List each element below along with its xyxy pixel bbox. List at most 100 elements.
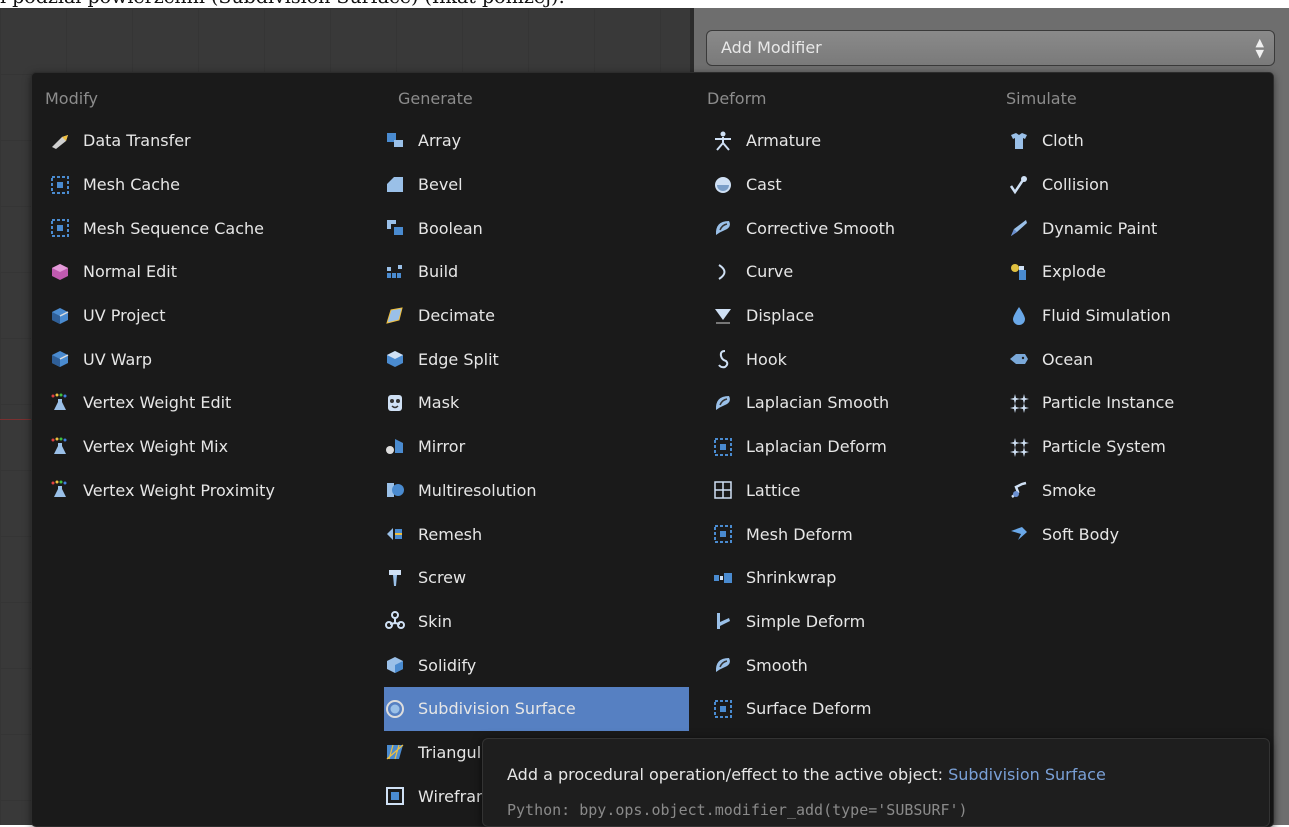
menu-item-cloth[interactable]: Cloth [1008,119,1258,163]
menu-item-label: Cloth [1042,131,1084,151]
remesh-icon [384,523,406,545]
menu-item-collision[interactable]: Collision [1008,163,1258,207]
menu-item-label: Vertex Weight Edit [83,393,232,413]
menu-item-label: Shrinkwrap [746,568,837,588]
tooltip: Add a procedural operation/effect to the… [482,738,1270,827]
menu-item-cast[interactable]: Cast [712,163,1002,207]
fluid-icon [1008,305,1030,327]
menu-item-boolean[interactable]: Boolean [384,206,689,250]
menu-item-smoke[interactable]: Smoke [1008,469,1258,513]
smooth-icon [712,392,734,414]
menu-item-dynamic-paint[interactable]: Dynamic Paint [1008,206,1258,250]
menu-item-label: UV Project [83,306,166,326]
menu-item-shrinkwrap[interactable]: Shrinkwrap [712,556,1002,600]
mesh-cache-icon [49,174,71,196]
add-modifier-dropdown[interactable]: Add Modifier ▲ ▼ [706,30,1275,66]
menu-item-mirror[interactable]: Mirror [384,425,689,469]
uv-project-icon [49,305,71,327]
particles-icon [1008,436,1030,458]
menu-item-vertex-weight-edit[interactable]: Vertex Weight Edit [49,381,379,425]
menu-item-smooth[interactable]: Smooth [712,643,1002,687]
column-generate: Array Bevel Boolean Build Decimate Edge Split… [384,119,689,818]
menu-item-curve[interactable]: Curve [712,250,1002,294]
menu-item-bevel[interactable]: Bevel [384,163,689,207]
menu-item-explode[interactable]: Explode [1008,250,1258,294]
simple-deform-icon [712,610,734,632]
menu-item-edge-split[interactable]: Edge Split [384,337,689,381]
menu-item-build[interactable]: Build [384,250,689,294]
menu-item-label: Hook [746,349,787,369]
mirror-icon [384,436,406,458]
menu-item-vertex-weight-proximity[interactable]: Vertex Weight Proximity [49,469,379,513]
menu-item-label: Array [418,131,462,151]
menu-item-uv-warp[interactable]: UV Warp [49,337,379,381]
menu-item-array[interactable]: Array [384,119,689,163]
soft-body-icon [1008,523,1030,545]
menu-item-solidify[interactable]: Solidify [384,643,689,687]
menu-item-vertex-weight-mix[interactable]: Vertex Weight Mix [49,425,379,469]
menu-item-particle-instance[interactable]: Particle Instance [1008,381,1258,425]
menu-item-corrective-smooth[interactable]: Corrective Smooth [712,206,1002,250]
menu-item-label: Curve [746,262,794,282]
menu-item-subdivision-surface[interactable]: Subdivision Surface [384,686,689,731]
menu-item-label: Vertex Weight Proximity [83,480,275,500]
menu-item-label: Screw [418,568,467,588]
menu-item-label: Laplacian Smooth [746,393,890,413]
menu-item-label: Particle Instance [1042,393,1175,413]
menu-item-label: Decimate [418,306,495,326]
mesh-sequence-cache-icon [49,217,71,239]
curve-icon [712,261,734,283]
menu-item-normal-edit[interactable]: Normal Edit [49,250,379,294]
menu-item-label: Solidify [418,655,477,675]
menu-item-displace[interactable]: Displace [712,294,1002,338]
menu-item-label: Smooth [746,655,808,675]
menu-item-screw[interactable]: Screw [384,556,689,600]
menu-item-label: Data Transfer [83,131,191,151]
cloth-icon [1008,130,1030,152]
menu-item-label: Displace [746,306,815,326]
menu-item-label: Remesh [418,524,483,544]
column-modify: Data Transfer Mesh Cache Mesh Sequence Cac… [49,119,379,512]
data-transfer-icon [49,130,71,152]
column-header-generate: Generate [398,89,473,108]
menu-item-laplacian-smooth[interactable]: Laplacian Smooth [712,381,1002,425]
menu-item-soft-body[interactable]: Soft Body [1008,512,1258,556]
menu-item-remesh[interactable]: Remesh [384,512,689,556]
menu-item-uv-project[interactable]: UV Project [49,294,379,338]
menu-item-mesh-sequence-cache[interactable]: Mesh Sequence Cache [49,206,379,250]
menu-item-hook[interactable]: Hook [712,337,1002,381]
menu-item-surface-deform[interactable]: Surface Deform [712,687,1002,731]
menu-item-label: Dynamic Paint [1042,218,1158,238]
triangulate-icon [384,741,406,763]
solidify-icon [384,654,406,676]
menu-item-multiresolution[interactable]: Multiresolution [384,469,689,513]
menu-item-data-transfer[interactable]: Data Transfer [49,119,379,163]
menu-item-lattice[interactable]: Lattice [712,469,1002,513]
menu-item-skin[interactable]: Skin [384,600,689,644]
mesh-deform-icon [712,523,734,545]
column-simulate: Cloth Collision Dynamic Paint Explode Fluid … [1008,119,1258,556]
menu-item-particle-system[interactable]: Particle System [1008,425,1258,469]
menu-item-mesh-deform[interactable]: Mesh Deform [712,512,1002,556]
menu-item-simple-deform[interactable]: Simple Deform [712,600,1002,644]
tooltip-text: Add a procedural operation/effect to the… [507,765,943,784]
menu-item-label: Soft Body [1042,524,1120,544]
menu-item-mesh-cache[interactable]: Mesh Cache [49,163,379,207]
menu-item-fluid-simulation[interactable]: Fluid Simulation [1008,294,1258,338]
mesh-deform-icon [712,698,734,720]
displace-icon [712,305,734,327]
menu-item-label: Explode [1042,262,1106,282]
menu-item-label: Edge Split [418,349,499,369]
menu-item-label: Boolean [418,218,483,238]
boolean-icon [384,217,406,239]
lattice-icon [712,479,734,501]
multiresolution-icon [384,479,406,501]
menu-item-label: Corrective Smooth [746,218,895,238]
menu-item-label: Build [418,262,459,282]
menu-item-armature[interactable]: Armature [712,119,1002,163]
tooltip-value: Subdivision Surface [948,765,1106,784]
menu-item-laplacian-deform[interactable]: Laplacian Deform [712,425,1002,469]
menu-item-ocean[interactable]: Ocean [1008,337,1258,381]
menu-item-decimate[interactable]: Decimate [384,294,689,338]
menu-item-mask[interactable]: Mask [384,381,689,425]
